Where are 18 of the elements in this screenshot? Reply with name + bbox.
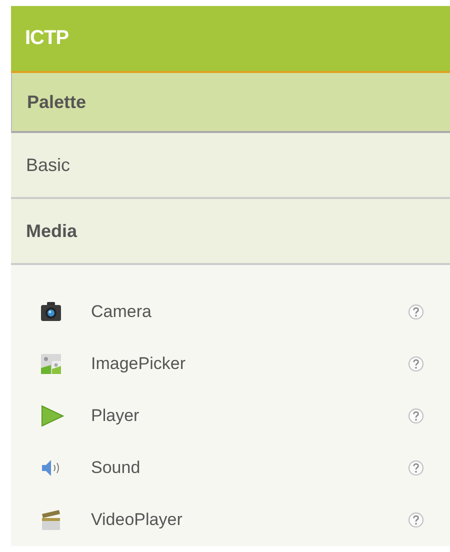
component-label[interactable]: ImagePicker bbox=[91, 354, 408, 374]
category-header[interactable]: Media bbox=[11, 199, 450, 265]
component-label[interactable]: Player bbox=[91, 406, 408, 426]
help-icon[interactable] bbox=[408, 304, 424, 320]
help-icon[interactable] bbox=[408, 408, 424, 424]
help-icon[interactable] bbox=[408, 460, 424, 476]
component-label[interactable]: VideoPlayer bbox=[91, 510, 408, 530]
clapper-icon bbox=[40, 509, 62, 531]
project-title: ICTP bbox=[11, 6, 450, 73]
help-icon[interactable] bbox=[408, 356, 424, 372]
component-label[interactable]: Sound bbox=[91, 458, 408, 478]
camera-icon bbox=[40, 301, 62, 323]
play-icon bbox=[40, 405, 64, 427]
category-header[interactable]: Basic bbox=[11, 133, 450, 199]
palette-header: Palette bbox=[11, 73, 450, 133]
image-icon bbox=[40, 353, 62, 375]
component-label[interactable]: Camera bbox=[91, 302, 408, 322]
help-icon[interactable] bbox=[408, 512, 424, 528]
